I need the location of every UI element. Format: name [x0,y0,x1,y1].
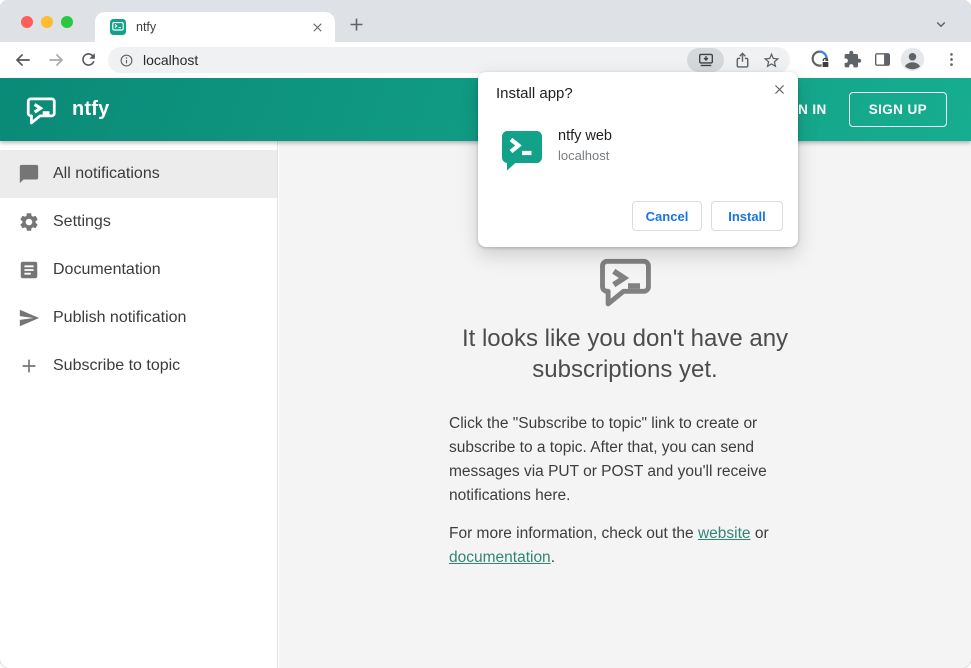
cancel-button[interactable]: Cancel [632,201,702,231]
empty-state-heading-line2: subscriptions yet. [532,356,718,383]
reload-icon[interactable] [79,50,98,69]
browser-tab[interactable]: ntfy [95,12,335,42]
install-app-dialog: Install app? ntfy web localhost Cancel I… [478,72,798,247]
settings-gear-icon [18,211,40,233]
dialog-app-origin: localhost [558,148,610,163]
sidebar-nav: All notifications Settings Documentation… [0,141,278,668]
plus-icon [18,355,40,377]
empty-state-paragraph2: For more information, check out the webs… [449,522,801,570]
sidebar-item-label: Documentation [53,261,161,278]
minimize-window-button[interactable] [41,16,53,28]
tab-strip: ntfy [0,0,971,42]
browser-window: ntfy localhost ntfy SIGN IN SIGN UP All … [0,0,971,668]
ntfy-terminal-icon [595,251,655,311]
extensions-puzzle-icon[interactable] [843,50,862,69]
sidebar-item-all-notifications[interactable]: All notifications [0,150,277,198]
document-icon [18,259,40,281]
dialog-app-name: ntfy web [558,128,612,144]
forward-icon[interactable] [46,50,66,70]
bookmark-star-icon[interactable] [762,51,781,70]
zoom-window-button[interactable] [61,16,73,28]
sidebar-item-label: Publish notification [53,309,187,326]
paragraph2-middle: or [750,525,769,542]
sign-up-button[interactable]: SIGN UP [848,92,947,127]
empty-state-paragraph1: Click the "Subscribe to topic" link to c… [449,415,767,504]
send-icon [18,307,40,329]
install-app-button[interactable] [687,48,724,72]
kebab-menu-icon[interactable] [942,50,961,69]
new-tab-icon[interactable] [347,15,366,34]
close-window-button[interactable] [21,16,33,28]
ntfy-favicon [110,19,126,35]
brand-title: ntfy [72,98,110,120]
install-app-icon [697,51,715,69]
chevron-down-icon[interactable] [932,15,950,33]
sidebar-item-label: Subscribe to topic [53,357,181,374]
sidebar-item-label: Settings [53,213,111,230]
empty-state-heading: It looks like you don't have any subscri… [462,323,788,385]
side-panel-icon[interactable] [873,50,892,69]
dialog-title: Install app? [496,85,573,102]
url-text[interactable]: localhost [143,52,687,68]
tab-title: ntfy [136,20,157,34]
profile-avatar-icon[interactable] [900,47,925,72]
ntfy-logo-icon [24,93,58,127]
paragraph2-suffix: . [550,549,555,566]
site-info-icon[interactable] [119,53,134,68]
empty-state-heading-line1: It looks like you don't have any [461,325,789,352]
password-extension-icon[interactable] [810,49,832,71]
chat-icon [18,163,40,185]
tab-close-icon[interactable] [310,20,325,35]
sidebar-item-label: All notifications [53,165,160,182]
sidebar-item-publish-notification[interactable]: Publish notification [0,294,277,342]
ntfy-app-icon [500,130,544,172]
back-icon[interactable] [13,50,33,70]
sidebar-item-settings[interactable]: Settings [0,198,277,246]
paragraph2-prefix: For more information, check out the [449,525,698,542]
dialog-close-icon[interactable] [772,82,787,97]
sidebar-item-subscribe-to-topic[interactable]: Subscribe to topic [0,342,277,390]
sidebar-item-documentation[interactable]: Documentation [0,246,277,294]
share-icon[interactable] [733,51,752,70]
website-link[interactable]: website [698,525,751,542]
install-button[interactable]: Install [711,201,783,231]
address-bar[interactable]: localhost [108,47,790,73]
documentation-link[interactable]: documentation [449,549,551,566]
